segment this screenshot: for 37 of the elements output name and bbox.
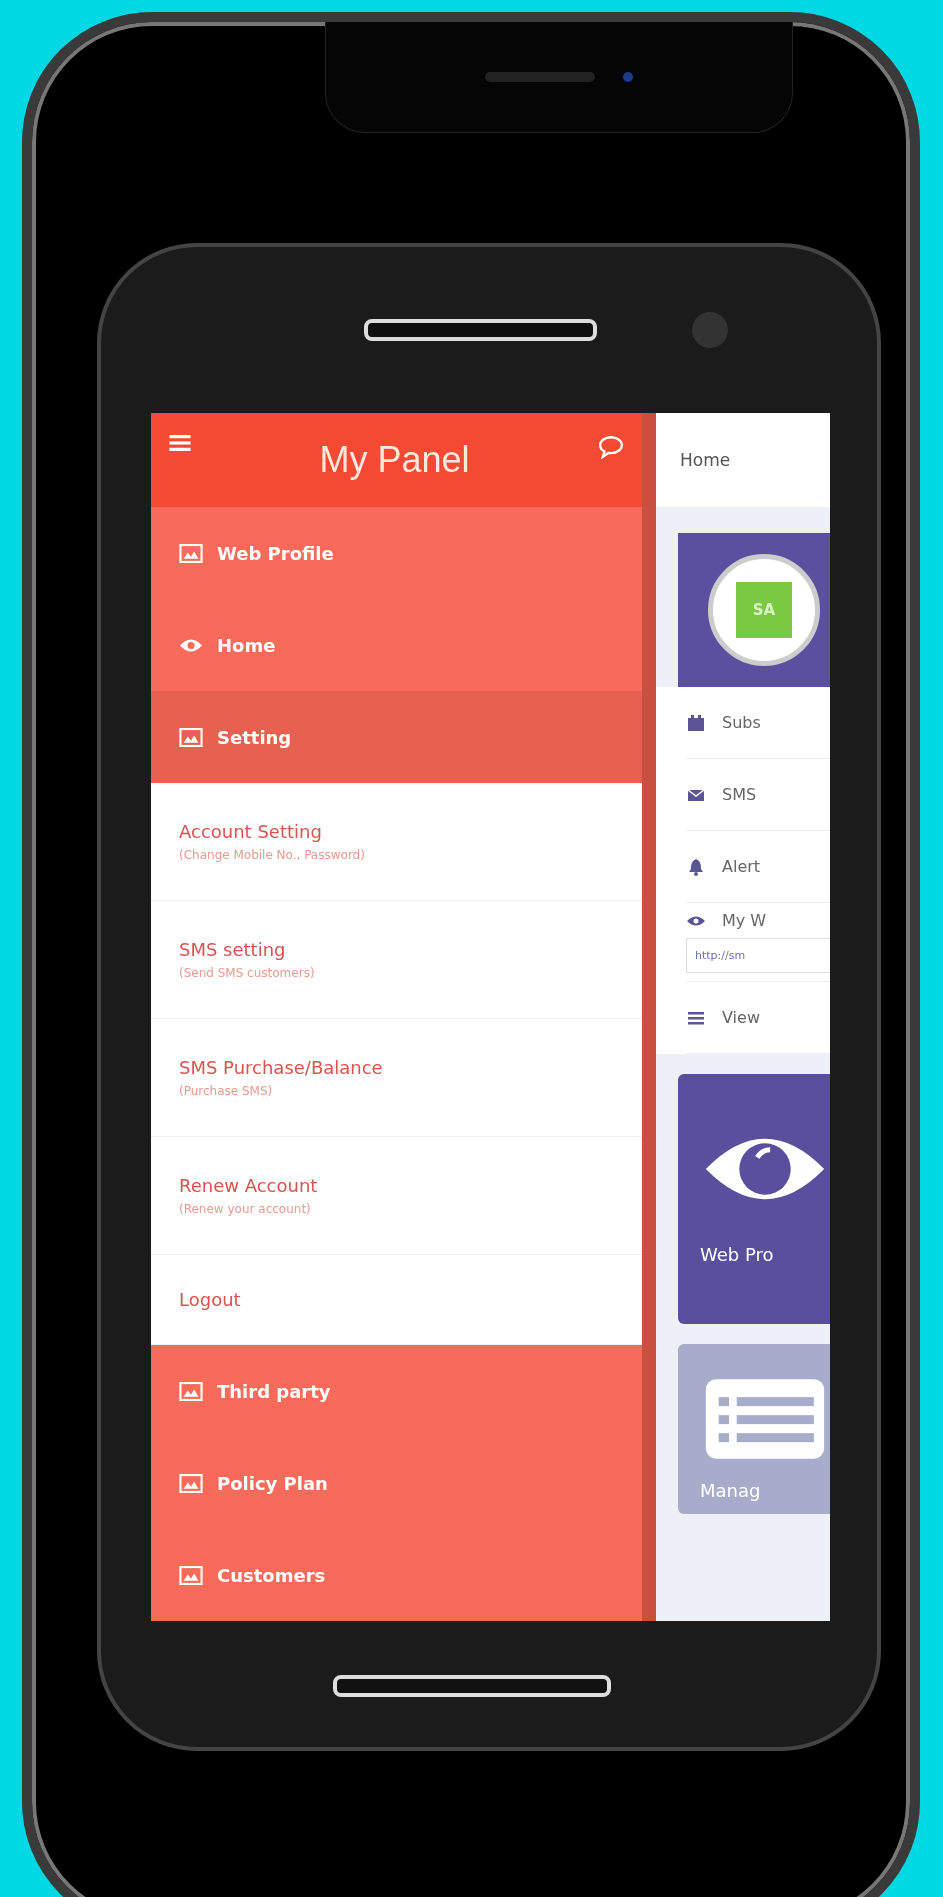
image-icon: [179, 1473, 203, 1493]
image-icon: [179, 1381, 203, 1401]
submenu-title: SMS Purchase/Balance: [179, 1057, 383, 1078]
menu-item[interactable]: Setting: [151, 691, 642, 783]
submenu-item[interactable]: SMS setting (Send SMS customers): [151, 901, 642, 1019]
menu-icon[interactable]: [169, 435, 191, 452]
info-label: SMS: [722, 785, 757, 804]
info-label: Alert: [722, 857, 761, 876]
front-camera: [623, 72, 633, 82]
info-label: My W: [722, 911, 767, 930]
bell-icon: [686, 857, 706, 876]
submenu-subtitle: (Purchase SMS): [179, 1084, 273, 1098]
submenu-subtitle: (Send SMS customers): [179, 966, 315, 980]
breadcrumb: Home: [680, 450, 731, 470]
image-icon: [179, 543, 203, 563]
chat-bubble-icon[interactable]: [598, 435, 624, 459]
avatar-initials: SA: [736, 582, 792, 638]
submenu-item[interactable]: SMS Purchase/Balance (Purchase SMS): [151, 1019, 642, 1137]
submenu-title: Account Setting: [179, 821, 322, 842]
front-camera: [692, 312, 728, 348]
drawer-title: My Panel: [318, 439, 471, 481]
info-label: View: [722, 1008, 760, 1027]
url-field[interactable]: http://sm: [686, 938, 830, 973]
submenu-item[interactable]: Account Setting (Change Mobile No., Password): [151, 783, 642, 901]
info-label: Subs: [722, 713, 761, 732]
submenu-item[interactable]: Logout: [151, 1255, 642, 1345]
submenu-subtitle: (Change Mobile No., Password): [179, 848, 365, 862]
submenu-title: Renew Account: [179, 1175, 318, 1196]
dashboard-tile[interactable]: Manag: [678, 1344, 830, 1514]
image-icon: [179, 1565, 203, 1585]
submenu-title: SMS setting: [179, 939, 286, 960]
dashboard-tile[interactable]: Web Pro: [678, 1074, 830, 1324]
calendar-icon: [686, 713, 706, 732]
submenu-item[interactable]: Renew Account (Renew your account): [151, 1137, 642, 1255]
image-icon: [179, 727, 203, 747]
submenu-subtitle: (Renew your account): [179, 1202, 311, 1216]
submenu-title: Logout: [179, 1289, 241, 1310]
